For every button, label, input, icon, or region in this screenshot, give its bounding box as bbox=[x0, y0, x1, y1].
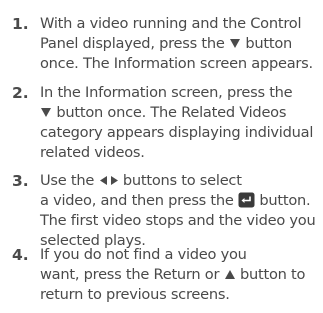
down-triangle-icon bbox=[40, 103, 52, 123]
step-line: In the Information screen, press the bbox=[40, 84, 293, 101]
up-triangle-icon bbox=[224, 265, 236, 285]
step-line: a video, and then press the button. bbox=[40, 191, 311, 211]
step-line: The first video stops and the video you bbox=[40, 212, 316, 229]
instruction-steps: 1. With a video running and the Control … bbox=[0, 0, 323, 313]
step-line: button once. The Related Videos bbox=[40, 103, 286, 123]
enter-button-icon bbox=[238, 191, 255, 211]
step-line: With a video running and the Control bbox=[40, 15, 302, 32]
step-line: related videos. bbox=[40, 144, 145, 161]
step-number: 1. bbox=[12, 15, 29, 33]
step-number: 2. bbox=[12, 84, 29, 102]
step-number: 4. bbox=[12, 246, 29, 264]
step-line: once. The Information screen appears. bbox=[40, 55, 313, 72]
step-line: category appears displaying individual bbox=[40, 124, 314, 141]
step-line: want, press the Return or button to bbox=[40, 265, 306, 285]
step-line: return to previous screens. bbox=[40, 286, 230, 303]
step-line: If you do not find a video you bbox=[40, 246, 247, 263]
down-triangle-icon bbox=[229, 34, 241, 54]
step-number: 3. bbox=[12, 172, 29, 190]
step-line: Panel displayed, press the button bbox=[40, 34, 292, 54]
left-right-arrows-icon bbox=[99, 171, 119, 191]
step-line: Use the buttons to select bbox=[40, 171, 242, 191]
